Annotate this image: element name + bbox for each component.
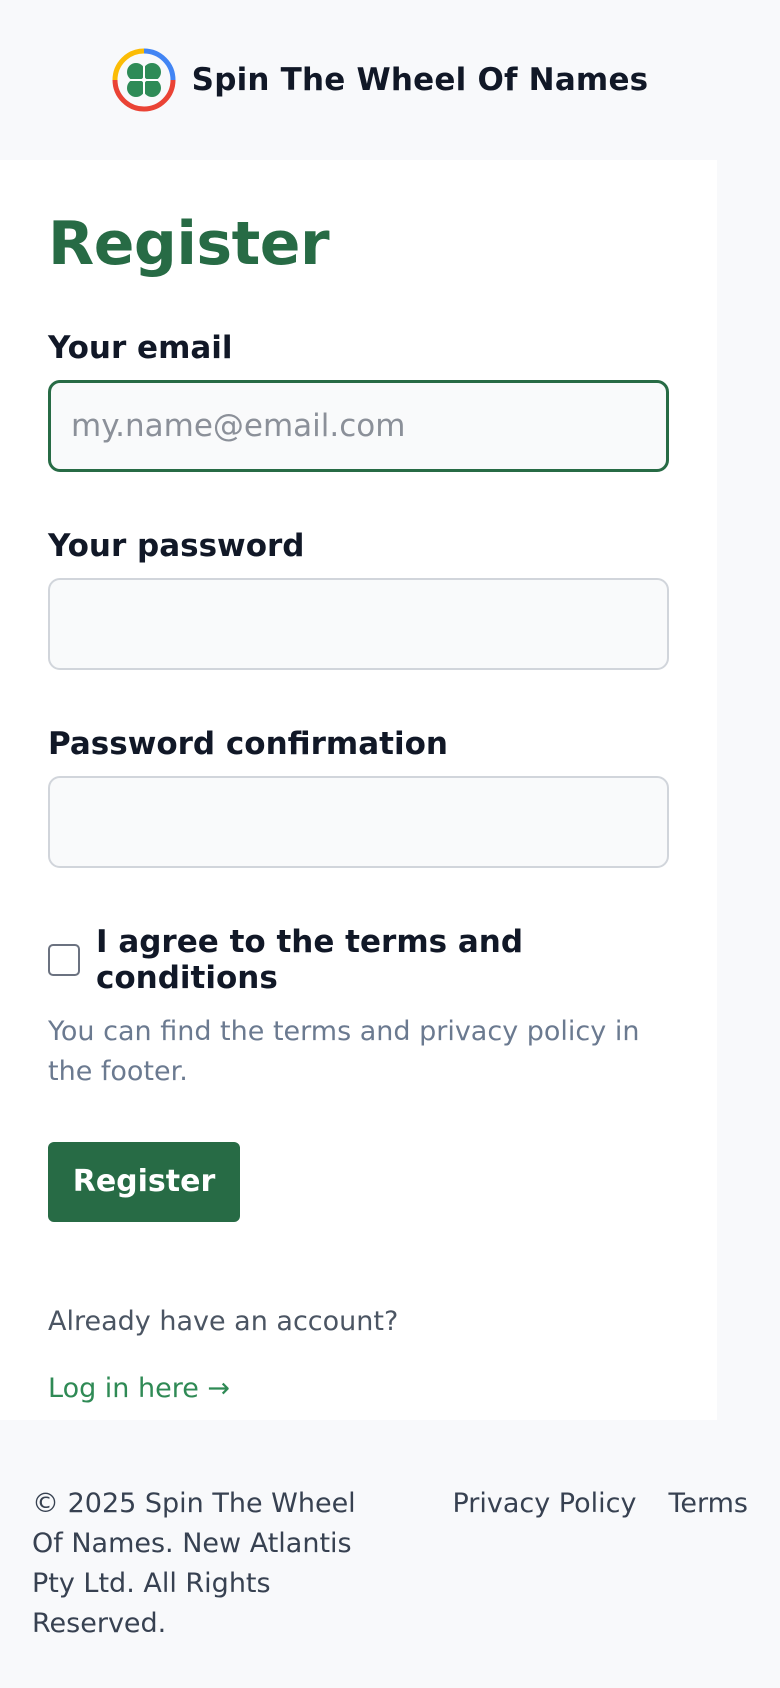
site-footer: © 2025 Spin The Wheel Of Names. New Atla…: [0, 1420, 780, 1688]
register-card: Register Your email Your password Passwo…: [0, 160, 717, 1420]
terms-agreement: I agree to the terms and conditions: [48, 924, 669, 996]
copyright-text: © 2025 Spin The Wheel Of Names. New Atla…: [32, 1488, 356, 1639]
email-label: Your email: [48, 330, 233, 366]
brand-name[interactable]: Spin The Wheel Of Names: [192, 62, 649, 98]
four-leaf-clover-icon[interactable]: [112, 48, 176, 112]
page-title: Register: [48, 209, 330, 279]
privacy-policy-link[interactable]: Privacy Policy: [452, 1484, 636, 1688]
terms-checkbox[interactable]: [48, 944, 80, 976]
register-button[interactable]: Register: [48, 1142, 240, 1222]
password-input[interactable]: [48, 578, 669, 670]
site-header: Spin The Wheel Of Names: [0, 0, 780, 160]
password-label: Your password: [48, 528, 305, 564]
email-input[interactable]: [48, 380, 669, 472]
terms-hint: You can find the terms and privacy polic…: [48, 1016, 640, 1087]
password-field-group: Your password: [48, 528, 669, 670]
footer-links: Privacy Policy Terms: [452, 1484, 748, 1688]
terms-link[interactable]: Terms: [668, 1484, 748, 1688]
login-link[interactable]: Log in here →: [48, 1373, 669, 1404]
email-field-group: Your email: [48, 330, 669, 472]
already-account-text: Already have an account?: [48, 1306, 399, 1337]
password-confirmation-input[interactable]: [48, 776, 669, 868]
terms-label[interactable]: I agree to the terms and conditions: [96, 924, 669, 996]
password-confirmation-label: Password confirmation: [48, 726, 448, 762]
password-confirmation-field-group: Password confirmation: [48, 726, 669, 868]
